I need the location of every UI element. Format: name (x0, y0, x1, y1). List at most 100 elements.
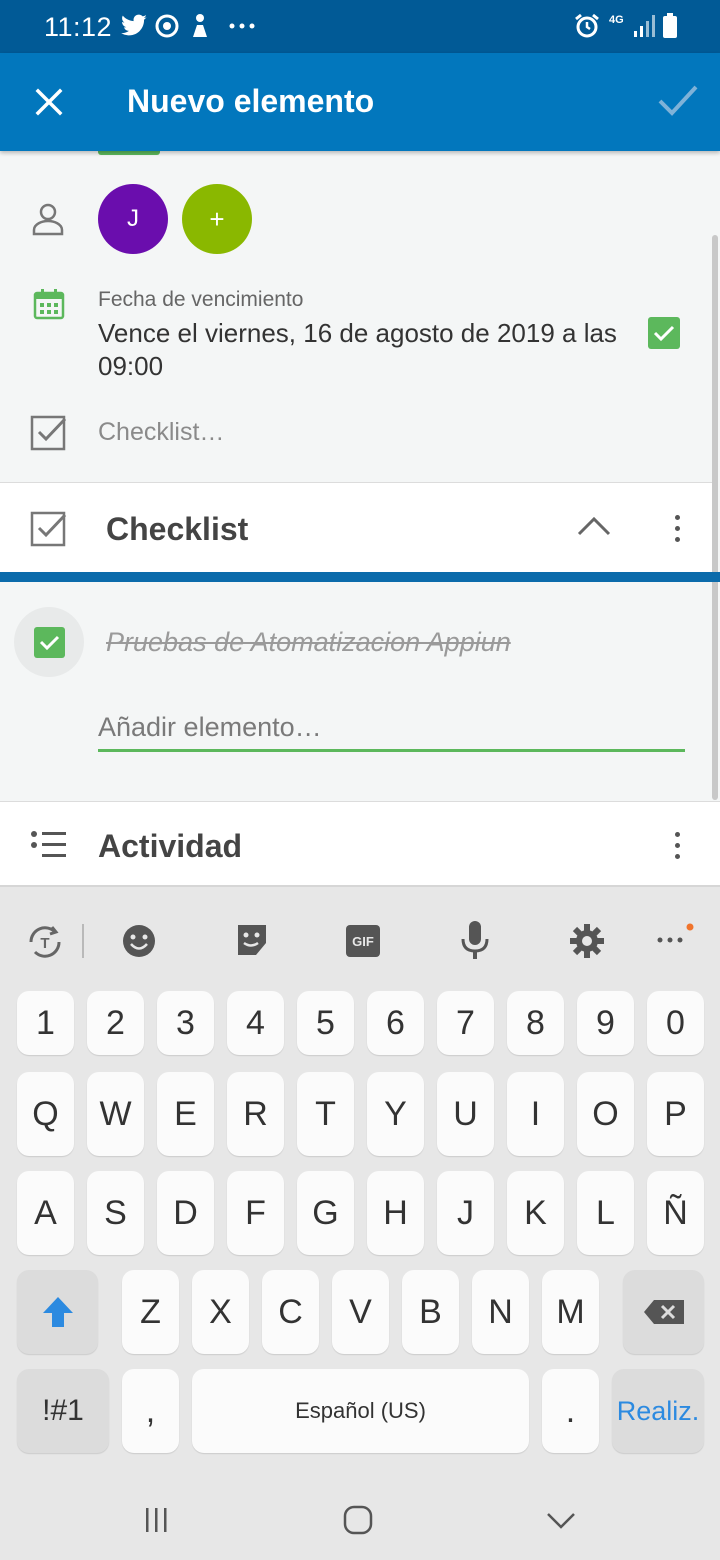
activity-title: Actividad (98, 828, 243, 864)
network-label: 4G (609, 14, 624, 26)
key-t[interactable]: T (297, 1072, 354, 1156)
toolbar-divider (82, 924, 84, 958)
home-icon[interactable] (343, 1505, 373, 1535)
activity-list-icon (31, 831, 66, 857)
calendar-icon (33, 289, 65, 320)
add-item-input[interactable] (98, 706, 685, 752)
checklist-icon (30, 415, 67, 451)
mic-icon[interactable] (459, 919, 491, 961)
keyboard: T GIF 1 2 3 4 5 6 7 8 9 0 Q W E R T Y U … (0, 887, 720, 1560)
checklist-icon (30, 511, 67, 547)
symbols-key[interactable]: !#1 (17, 1369, 109, 1453)
key-k[interactable]: K (507, 1171, 564, 1255)
checkmark-icon (39, 635, 60, 651)
key-d[interactable]: D (157, 1171, 214, 1255)
key-h[interactable]: H (367, 1171, 424, 1255)
page-title: Nuevo elemento (127, 83, 375, 119)
key-i[interactable]: I (507, 1072, 564, 1156)
chevron-up-icon[interactable] (576, 515, 612, 537)
close-icon[interactable] (30, 83, 68, 121)
due-date-label: Fecha de vencimiento (98, 288, 304, 311)
status-time: 11:12 (44, 12, 113, 42)
key-x[interactable]: X (192, 1270, 249, 1354)
key-a[interactable]: A (17, 1171, 74, 1255)
activity-menu-icon[interactable] (668, 826, 688, 866)
backspace-icon (643, 1300, 684, 1324)
card-editor: J + Fecha de vencimiento Vence el vierne… (0, 151, 720, 887)
add-checklist-field[interactable]: Checklist… (98, 418, 224, 447)
due-date-value[interactable]: Vence el viernes, 16 de agosto de 2019 a… (98, 317, 618, 383)
key-0[interactable]: 0 (647, 991, 704, 1055)
key-n[interactable]: N (472, 1270, 529, 1354)
figure-icon (193, 14, 207, 37)
shift-key[interactable] (17, 1270, 98, 1354)
key-l[interactable]: L (577, 1171, 634, 1255)
backspace-key[interactable] (623, 1270, 704, 1354)
key-e[interactable]: E (157, 1072, 214, 1156)
key-q[interactable]: Q (17, 1072, 74, 1156)
key-7[interactable]: 7 (437, 991, 494, 1055)
signal-icon (634, 15, 655, 37)
done-key[interactable]: Realiz. (612, 1369, 704, 1453)
shift-arrow-icon (42, 1297, 73, 1327)
battery-icon (663, 13, 677, 38)
key-5[interactable]: 5 (297, 991, 354, 1055)
key-4[interactable]: 4 (227, 991, 284, 1055)
key-enye[interactable]: Ñ (647, 1171, 704, 1255)
key-j[interactable]: J (437, 1171, 494, 1255)
key-w[interactable]: W (87, 1072, 144, 1156)
key-9[interactable]: 9 (577, 991, 634, 1055)
more-notifications-icon (229, 23, 255, 29)
scrollbar[interactable] (712, 235, 718, 800)
recent-apps-icon[interactable] (142, 1505, 172, 1535)
app-bar: Nuevo elemento (0, 53, 720, 151)
key-s[interactable]: S (87, 1171, 144, 1255)
checklist-item-checkbox[interactable] (34, 627, 65, 658)
key-m[interactable]: M (542, 1270, 599, 1354)
key-c[interactable]: C (262, 1270, 319, 1354)
checklist-title[interactable]: Checklist (106, 511, 248, 548)
svg-text:T: T (40, 935, 49, 952)
key-2[interactable]: 2 (87, 991, 144, 1055)
key-v[interactable]: V (332, 1270, 389, 1354)
comma-key[interactable]: , (122, 1369, 179, 1453)
key-6[interactable]: 6 (367, 991, 424, 1055)
translate-icon[interactable]: T (25, 922, 65, 962)
emoji-icon[interactable] (121, 923, 157, 959)
check-icon[interactable] (656, 81, 700, 121)
key-r[interactable]: R (227, 1072, 284, 1156)
key-b[interactable]: B (402, 1270, 459, 1354)
key-z[interactable]: Z (122, 1270, 179, 1354)
activity-header: Actividad (0, 801, 720, 887)
status-bar: 11:12 4G (0, 0, 720, 53)
key-u[interactable]: U (437, 1072, 494, 1156)
key-y[interactable]: Y (367, 1072, 424, 1156)
due-date-complete-checkbox[interactable] (648, 317, 680, 349)
key-8[interactable]: 8 (507, 991, 564, 1055)
key-p[interactable]: P (647, 1072, 704, 1156)
avatar-member[interactable]: J (98, 184, 168, 254)
settings-icon[interactable] (569, 923, 605, 959)
person-icon (32, 203, 64, 236)
key-g[interactable]: G (297, 1171, 354, 1255)
twitter-icon (121, 14, 147, 36)
alarm-icon (575, 13, 599, 38)
chrome-icon (155, 14, 179, 38)
key-o[interactable]: O (577, 1072, 634, 1156)
label-chip (98, 151, 160, 155)
period-key[interactable]: . (542, 1369, 599, 1453)
space-key[interactable]: Español (US) (192, 1369, 529, 1453)
more-icon[interactable] (656, 922, 696, 946)
key-f[interactable]: F (227, 1171, 284, 1255)
checklist-item-text[interactable]: Pruebas de Atomatizacion Appiun (106, 627, 511, 658)
key-3[interactable]: 3 (157, 991, 214, 1055)
checkmark-icon (653, 325, 675, 342)
checklist-menu-icon[interactable] (668, 509, 688, 549)
key-1[interactable]: 1 (17, 991, 74, 1055)
sticker-icon[interactable] (234, 921, 270, 959)
add-member-button[interactable]: + (182, 184, 252, 254)
section-divider (0, 572, 720, 582)
checklist-header: Checklist (0, 482, 712, 572)
gif-icon[interactable]: GIF (346, 925, 380, 957)
back-icon[interactable] (545, 1509, 577, 1531)
